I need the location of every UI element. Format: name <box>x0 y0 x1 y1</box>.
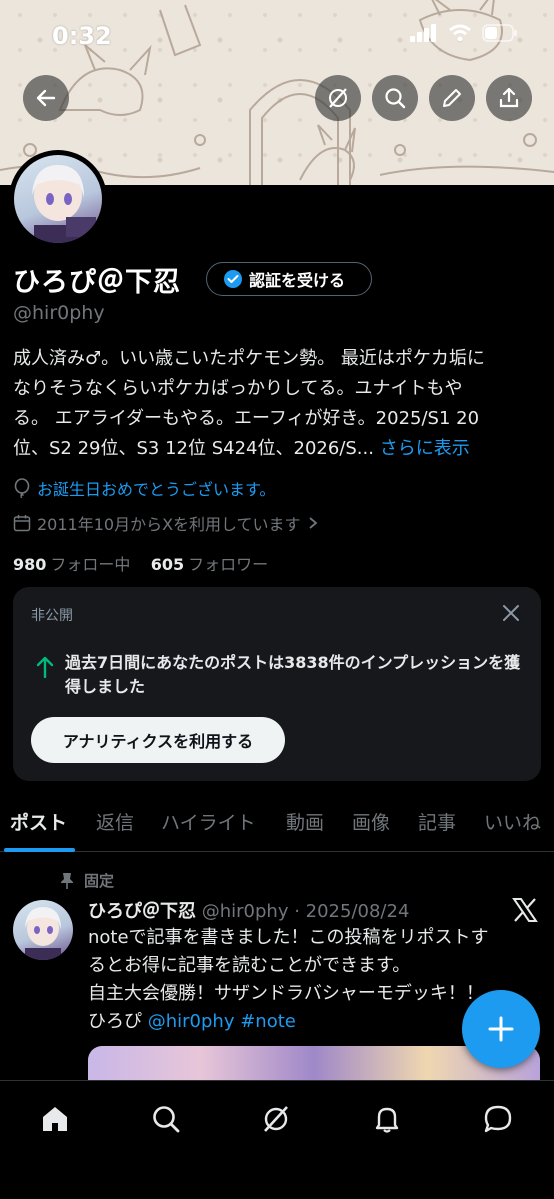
follow-counts: 980 フォロー中 605 フォロワー <box>13 551 268 575</box>
bio-line-text: 位、S2 29位、S3 12位 S424位、2026/S... <box>13 438 380 459</box>
post-avatar[interactable] <box>13 900 73 960</box>
bio-line: る。 エアライダーもやる。エーフィが好き。2025/S1 20 <box>13 408 480 429</box>
pinned-label-row: 固定 <box>60 870 114 891</box>
post-line: noteで記事を書きました！この投稿をリポストす <box>88 927 489 948</box>
close-icon <box>503 605 519 621</box>
status-time: 0:32 <box>52 22 112 50</box>
x-logo-icon <box>512 898 538 922</box>
get-verified-button[interactable]: 認証を受ける <box>206 262 372 296</box>
bio-line: なりそうなくらいポケカばっかりしてる。ユナイトもや <box>13 378 463 399</box>
bio-line: 位、S2 29位、S3 12位 S424位、2026/S... さらに表示 <box>13 434 543 464</box>
profile-avatar[interactable] <box>9 150 107 248</box>
battery-icon <box>482 24 517 42</box>
share-icon <box>499 87 519 108</box>
signal-icon <box>410 24 436 42</box>
get-verified-label: 認証を受ける <box>249 271 346 290</box>
tab-highlights[interactable]: ハイライト <box>161 808 256 835</box>
profile-name: ひろぴ＠下忍 <box>13 267 181 298</box>
post-header: ひろぴ＠下忍 @hir0phy · 2025/08/24 <box>88 897 409 923</box>
calendar-icon <box>13 515 31 532</box>
show-more-link[interactable]: さらに表示 <box>380 438 470 459</box>
birthday-row: お誕生日おめでとうございます。 <box>13 476 275 500</box>
profile-handle: @hir0phy <box>13 302 105 324</box>
mention-link[interactable]: @hir0phy <box>148 1011 235 1032</box>
message-bubble-icon <box>484 1105 512 1133</box>
hashtag-link[interactable]: #note <box>240 1011 296 1032</box>
post-line-prefix: ひろぴ <box>88 1011 148 1032</box>
nav-notifications[interactable] <box>367 1099 407 1139</box>
tab-posts[interactable]: ポスト <box>10 808 67 835</box>
nav-home[interactable] <box>35 1099 75 1139</box>
pin-icon <box>61 872 73 889</box>
active-tab-indicator <box>4 848 75 852</box>
status-bar: 0:32 <box>0 18 554 54</box>
post-text: noteで記事を書きました！この投稿をリポストす るとお得に記事を読むことができ… <box>88 924 528 1036</box>
search-icon <box>385 88 406 109</box>
bottom-navigation <box>0 1080 554 1199</box>
profile-tabs: ポスト 返信 ハイライト 動画 画像 記事 いいね <box>0 800 554 852</box>
nav-grok[interactable] <box>256 1099 296 1139</box>
analytics-button[interactable]: アナリティクスを利用する <box>31 717 285 763</box>
grok-icon <box>264 1106 288 1132</box>
post-line: 自主大会優勝！サザンドラバシャーモデッキ！！ <box>88 983 484 1004</box>
private-label: 非公開 <box>31 608 73 624</box>
chevron-right-icon <box>308 517 317 529</box>
edit-button[interactable] <box>429 75 475 121</box>
plus-icon <box>488 1016 514 1042</box>
following-count: 980 <box>13 555 47 574</box>
grok-button[interactable] <box>315 75 361 121</box>
followers-count: 605 <box>150 555 185 574</box>
grok-icon <box>329 88 347 108</box>
profile-bio: 成人済み♂。いい歳こいたポケモン勢。 最近はポケカ垢に なりそうなくらいポケカば… <box>13 344 543 464</box>
tab-articles[interactable]: 記事 <box>418 808 456 835</box>
home-icon <box>43 1107 67 1131</box>
following-label: フォロー中 <box>50 555 131 574</box>
birthday-text: お誕生日おめでとうございます。 <box>37 480 276 499</box>
joined-row[interactable]: 2011年10月からXを利用しています <box>13 511 319 535</box>
impressions-text: 過去7日間にあなたのポストは3838件のインプレッションを獲得しました <box>65 653 521 696</box>
pinned-label: 固定 <box>84 872 115 890</box>
post-x-logo <box>512 897 538 927</box>
post-author-name[interactable]: ひろぴ＠下忍 <box>88 901 196 922</box>
analytics-card: 非公開 過去7日間にあなたのポストは3838件のインプレッションを獲得しました … <box>13 587 541 781</box>
tab-videos[interactable]: 動画 <box>286 808 324 835</box>
joined-text: 2011年10月からXを利用しています <box>37 515 301 534</box>
nav-messages[interactable] <box>478 1099 518 1139</box>
close-card-button[interactable] <box>501 603 521 627</box>
compose-post-button[interactable] <box>462 990 540 1068</box>
followers-label: フォロワー <box>188 555 269 574</box>
bell-icon <box>375 1107 399 1133</box>
arrow-left-icon <box>36 89 56 107</box>
bio-line: 成人済み♂。いい歳こいたポケモン勢。 最近はポケカ垢に <box>13 348 485 369</box>
tab-photos[interactable]: 画像 <box>352 808 390 835</box>
tab-replies[interactable]: 返信 <box>96 808 134 835</box>
tab-likes[interactable]: いいね <box>484 808 541 835</box>
followers-link[interactable]: 605 フォロワー <box>151 555 268 574</box>
back-button[interactable] <box>23 75 69 121</box>
pencil-icon <box>443 89 461 107</box>
search-icon <box>153 1106 180 1133</box>
verified-badge-icon <box>224 270 242 288</box>
post-line: るとお得に記事を読むことができます。 <box>88 955 411 976</box>
balloon-icon <box>14 478 30 498</box>
share-button[interactable] <box>486 75 532 121</box>
arrow-up-icon <box>36 656 54 679</box>
nav-search[interactable] <box>146 1099 186 1139</box>
wifi-icon <box>449 24 471 42</box>
avatar-image <box>14 155 102 243</box>
following-link[interactable]: 980 フォロー中 <box>13 555 130 574</box>
status-icons <box>410 24 518 42</box>
impressions-row: 過去7日間にあなたのポストは3838件のインプレッションを獲得しました <box>35 651 525 699</box>
post-handle-date: @hir0phy · 2025/08/24 <box>201 901 410 922</box>
search-button[interactable] <box>372 75 418 121</box>
